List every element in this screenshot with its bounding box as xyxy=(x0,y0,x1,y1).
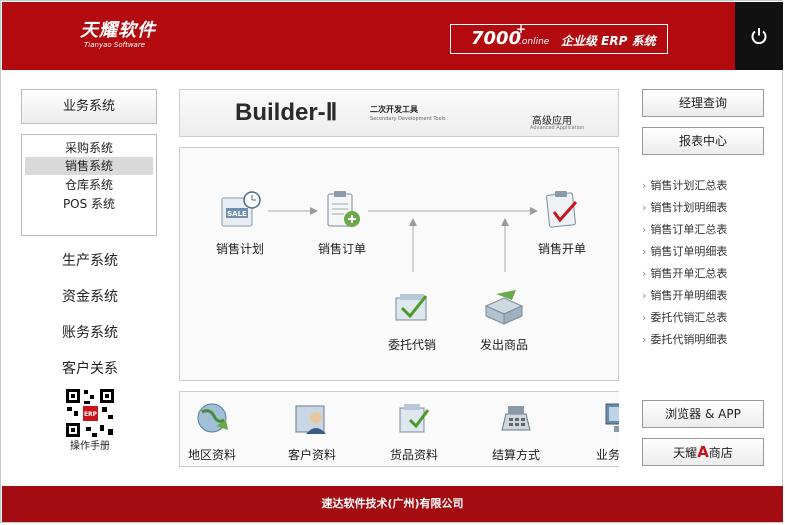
report-link[interactable]: › 销售开单汇总表 xyxy=(642,265,727,281)
settlement-label: 结算方式 xyxy=(491,448,540,462)
manager-query-button[interactable]: 经理查询 xyxy=(642,89,764,117)
flow-sales-invoice-label: 销售开单 xyxy=(537,242,586,256)
report-link[interactable]: › 销售订单明细表 xyxy=(642,243,727,259)
report-link-label: 销售开单汇总表 xyxy=(650,267,728,280)
flow-shipped-goods[interactable]: 发出商品 xyxy=(474,286,534,353)
footer-company: 速达软件技术(广州)有限公司 xyxy=(321,497,464,510)
svg-text:SALE: SALE xyxy=(227,210,247,218)
shortcut-goods-data[interactable]: 货品资料 xyxy=(386,400,442,463)
report-link-label: 委托代销明细表 xyxy=(650,333,728,346)
report-link-label: 销售计划明细表 xyxy=(650,201,728,214)
business-data-label: 业务资料 xyxy=(595,448,619,462)
chevron-right-icon: › xyxy=(642,223,647,236)
product-badge: 7000 + .online 企业级 ERP 系统 xyxy=(450,22,668,54)
power-button[interactable] xyxy=(735,2,783,70)
submenu-item-warehouse[interactable]: 仓库系统 xyxy=(25,176,153,194)
report-link[interactable]: › 销售订单汇总表 xyxy=(642,221,727,237)
builder-title: Builder-Ⅱ xyxy=(235,99,338,126)
flow-consignment[interactable]: 委托代销 xyxy=(382,286,442,353)
flow-shipped-goods-label: 发出商品 xyxy=(479,338,528,352)
sidebar-item-production[interactable]: 生产系统 xyxy=(40,250,140,270)
builder-subtitle-en: Secondary Development Tools xyxy=(370,116,446,122)
flow-sales-invoice[interactable]: 销售开单 xyxy=(532,190,592,257)
customer-data-label: 客户资料 xyxy=(287,448,336,462)
report-link-label: 销售订单汇总表 xyxy=(650,223,728,236)
store-prefix: 天耀 xyxy=(673,446,698,460)
shortcut-customer-data[interactable]: 客户资料 xyxy=(284,400,340,463)
sidebar-item-accounting[interactable]: 账务系统 xyxy=(40,322,140,342)
footer-bar: 速达软件技术(广州)有限公司 xyxy=(2,486,783,522)
header-bar: 天耀软件 Tianyao Software 7000 + .online 企业级… xyxy=(2,2,783,70)
report-link-label: 销售开单明细表 xyxy=(650,289,728,302)
product-online: .online xyxy=(519,37,550,47)
chevron-right-icon: › xyxy=(642,333,647,346)
product-title: 企业级 ERP 系统 xyxy=(561,34,656,48)
chevron-right-icon: › xyxy=(642,179,647,192)
sales-order-icon xyxy=(327,191,360,227)
user-manual-label[interactable]: 操作手册 xyxy=(60,437,120,452)
sidebar-item-crm[interactable]: 客户关系 xyxy=(40,358,140,378)
cash-register-icon xyxy=(501,406,531,431)
report-link-label: 销售计划汇总表 xyxy=(650,179,728,192)
flow-sales-plan[interactable]: SALE 销售计划 xyxy=(210,190,270,257)
browser-app-button[interactable]: 浏览器 & APP xyxy=(642,400,764,428)
flow-consignment-label: 委托代销 xyxy=(387,338,436,352)
submenu-item-pos[interactable]: POS 系统 xyxy=(25,195,153,213)
app-store-button[interactable]: 天耀A商店 xyxy=(642,438,764,466)
region-icon xyxy=(197,403,228,433)
business-submenu: 采购系统 销售系统 仓库系统 POS 系统 xyxy=(21,134,157,236)
product-plus: + xyxy=(516,22,527,36)
flow-sales-order[interactable]: 销售订单 xyxy=(312,190,372,257)
builder-subtitle: 二次开发工具 xyxy=(370,105,418,114)
sales-flow-panel: SALE 销售计划 销售订单 销售开单 委托代销 发出商品 xyxy=(179,147,619,381)
report-link[interactable]: › 销售计划明细表 xyxy=(642,199,727,215)
report-link[interactable]: › 委托代销汇总表 xyxy=(642,309,727,325)
customer-icon xyxy=(295,405,326,434)
product-number: 7000 xyxy=(471,28,522,49)
shipped-goods-icon xyxy=(484,290,524,325)
company-logo: 天耀软件 xyxy=(80,20,156,41)
svg-text:ERP: ERP xyxy=(84,411,98,418)
power-icon xyxy=(751,28,767,45)
goods-data-label: 货品资料 xyxy=(389,448,438,462)
company-logo-en: Tianyao Software xyxy=(84,41,146,49)
chevron-right-icon: › xyxy=(642,267,647,280)
chevron-right-icon: › xyxy=(642,201,647,214)
submenu-item-purchase[interactable]: 采购系统 xyxy=(25,139,153,157)
report-link[interactable]: › 委托代销明细表 xyxy=(642,331,727,347)
chevron-right-icon: › xyxy=(642,245,647,258)
shortcut-settlement[interactable]: 结算方式 xyxy=(488,400,544,463)
sidebar-item-finance[interactable]: 资金系统 xyxy=(40,286,140,306)
report-link[interactable]: › 销售计划汇总表 xyxy=(642,177,727,193)
basic-data-panel: 地区资料 客户资料 货品资料 结算方式 业务资料 xyxy=(179,391,619,467)
store-logo-icon: A xyxy=(697,443,709,461)
submenu-item-sales[interactable]: 销售系统 xyxy=(25,157,153,175)
shortcut-region-data[interactable]: 地区资料 xyxy=(184,400,240,463)
chevron-right-icon: › xyxy=(642,311,647,324)
qr-code-icon[interactable]: ERP xyxy=(64,387,116,439)
business-system-button[interactable]: 业务系统 xyxy=(21,89,157,124)
sales-plan-icon: SALE xyxy=(221,191,261,227)
report-link-label: 销售订单明细表 xyxy=(650,245,728,258)
goods-icon xyxy=(399,404,430,433)
flow-sales-plan-label: 销售计划 xyxy=(215,242,264,256)
sales-invoice-icon xyxy=(546,191,578,228)
builder-banner[interactable]: Builder-Ⅱ 二次开发工具 Secondary Development T… xyxy=(179,89,619,137)
report-link-label: 委托代销汇总表 xyxy=(650,311,728,324)
report-link[interactable]: › 销售开单明细表 xyxy=(642,287,727,303)
advanced-app-label-en: Advanced Application xyxy=(530,125,585,131)
store-suffix: 商店 xyxy=(708,446,733,460)
flow-sales-order-label: 销售订单 xyxy=(317,242,366,256)
region-data-label: 地区资料 xyxy=(187,448,236,462)
consignment-icon xyxy=(395,294,428,321)
report-center-button[interactable]: 报表中心 xyxy=(642,127,764,155)
computer-icon xyxy=(605,403,619,432)
shortcut-business-data[interactable]: 业务资料 xyxy=(592,400,619,463)
chevron-right-icon: › xyxy=(642,289,647,302)
